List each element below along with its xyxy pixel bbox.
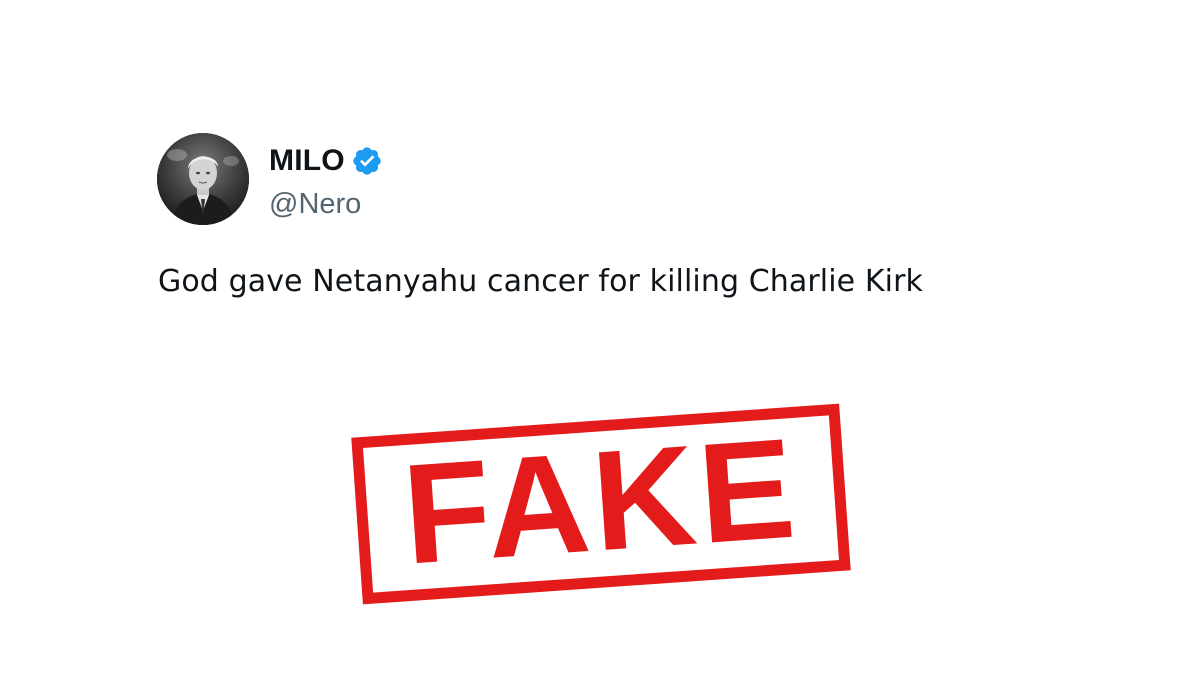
- tweet-header: MILO @Nero: [157, 133, 383, 225]
- stamp-label: FAKE: [398, 408, 803, 594]
- verified-badge-icon: [351, 145, 383, 177]
- display-name[interactable]: MILO: [269, 144, 345, 178]
- tweet-identity: MILO @Nero: [269, 138, 383, 221]
- user-handle[interactable]: @Nero: [269, 188, 383, 221]
- tweet-text: God gave Netanyahu cancer for killing Ch…: [158, 264, 923, 299]
- avatar[interactable]: [157, 133, 249, 225]
- avatar-photo: [157, 133, 249, 225]
- name-row: MILO: [269, 138, 383, 184]
- fake-stamp: FAKE: [351, 403, 851, 605]
